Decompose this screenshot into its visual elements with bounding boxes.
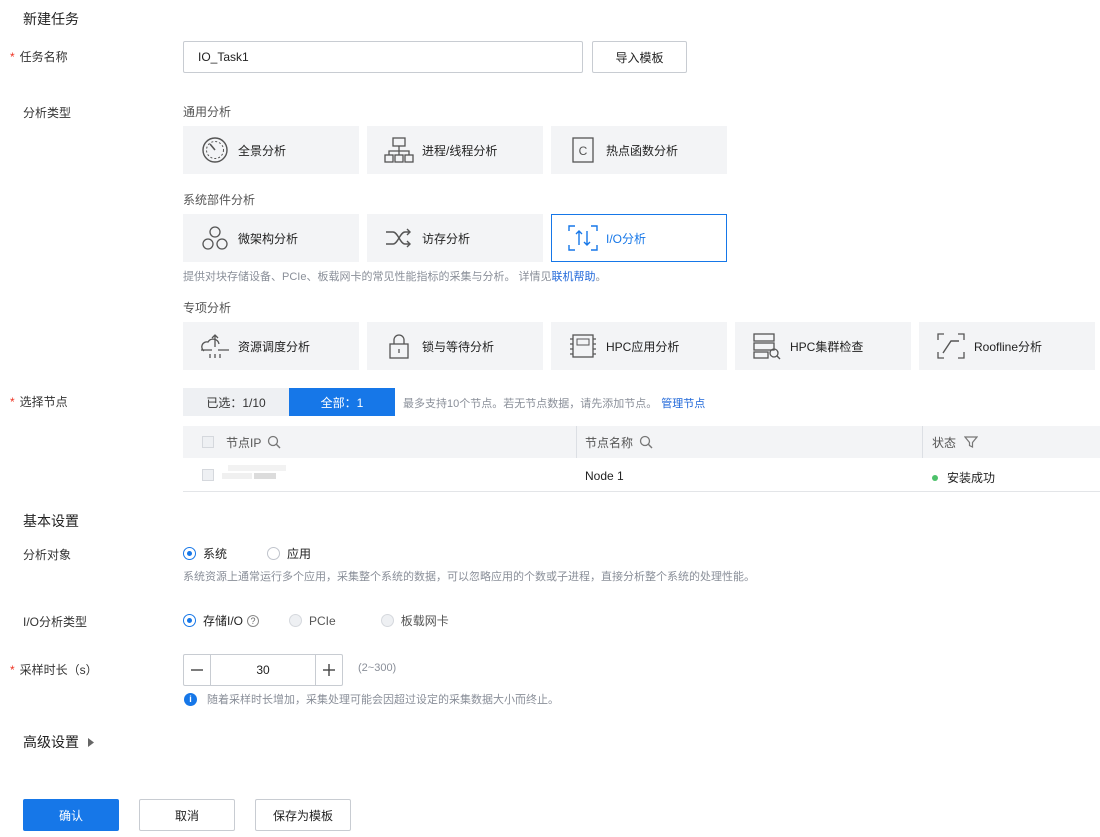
card-resource-scheduling-analysis[interactable]: 资源调度分析 (183, 322, 359, 370)
info-icon: i (184, 692, 197, 706)
component-analysis-title: 系统部件分析 (183, 193, 256, 207)
cancel-button[interactable]: 取消 (139, 799, 235, 831)
filter-icon[interactable] (964, 435, 979, 449)
analysis-target-description: 系统资源上通常运行多个应用，采集整个系统的数据，可以忽略应用的个数或子进程，直接… (183, 571, 755, 583)
card-label: HPC集群检查 (790, 339, 864, 354)
card-process-thread-analysis[interactable]: 进程/线程分析 (367, 126, 543, 174)
radio-onboard-nic[interactable]: 板载网卡 (380, 612, 449, 629)
lock-icon (384, 331, 414, 361)
radio-application[interactable]: 应用 (267, 545, 311, 562)
increment-button[interactable] (315, 655, 342, 685)
card-label: Roofline分析 (974, 339, 1043, 354)
card-label: 热点函数分析 (606, 143, 679, 158)
node-ip-redacted (222, 465, 288, 481)
analysis-type-label: 分析类型 (23, 106, 72, 120)
search-icon[interactable] (267, 435, 281, 449)
required-mark: * (10, 50, 15, 64)
column-header-ip: 节点IP (183, 426, 576, 458)
status-dot (932, 474, 938, 481)
card-label: 进程/线程分析 (422, 143, 498, 158)
card-label: 锁与等待分析 (422, 339, 495, 354)
card-label: HPC应用分析 (606, 339, 680, 354)
molecule-icon (200, 223, 230, 253)
page-title: 新建任务 (23, 11, 79, 27)
caret-right-icon (88, 737, 94, 747)
help-icon[interactable]: ? (247, 614, 260, 627)
required-mark: * (10, 395, 15, 409)
special-analysis-title: 专项分析 (183, 301, 232, 315)
card-panorama-analysis[interactable]: 全景分析 (183, 126, 359, 174)
card-hpc-application-analysis[interactable]: HPC应用分析 (551, 322, 727, 370)
manage-nodes-link[interactable]: 管理节点 (661, 398, 705, 410)
plus-icon (323, 664, 335, 676)
speedometer-icon (200, 135, 230, 165)
node-status: 安装成功 (932, 469, 995, 486)
hpc-icon (568, 331, 598, 361)
svg-text:C: C (579, 144, 588, 158)
hierarchy-icon (384, 135, 414, 165)
column-header-name: 节点名称 (577, 426, 922, 458)
minus-icon (191, 669, 203, 671)
search-icon[interactable] (639, 435, 653, 449)
required-mark: * (10, 663, 15, 677)
basic-settings-title: 基本设置 (23, 513, 79, 529)
server-search-icon (752, 331, 782, 361)
tab-selected-nodes[interactable]: 已选：1/10 (183, 388, 289, 416)
roofline-icon (936, 331, 966, 361)
confirm-button[interactable]: 确认 (23, 799, 119, 831)
radio-system[interactable]: 系统 (183, 545, 227, 562)
card-hotspot-function-analysis[interactable]: C 热点函数分析 (551, 126, 727, 174)
io-arrows-icon (568, 223, 598, 253)
online-help-link[interactable]: 联机帮助 (552, 271, 596, 283)
card-roofline-analysis[interactable]: Roofline分析 (919, 322, 1095, 370)
task-name-label: * 任务名称 (10, 50, 68, 64)
card-io-analysis[interactable]: I/O分析 (551, 214, 727, 262)
io-type-radio-group: 存储I/O ? PCIe 板载网卡 (183, 612, 449, 629)
io-description: 提供对块存储设备、PCIe、板载网卡的常见性能指标的采集与分析。 详情见联机帮助… (183, 271, 607, 283)
duration-stepper: 30 (183, 654, 343, 686)
advanced-settings-toggle[interactable]: 高级设置 (23, 732, 94, 752)
card-label: I/O分析 (606, 231, 647, 246)
select-nodes-label: * 选择节点 (10, 395, 68, 409)
card-label: 全景分析 (238, 143, 287, 158)
analysis-target-radio-group: 系统 应用 (183, 545, 311, 562)
card-label: 访存分析 (422, 231, 471, 246)
shuffle-icon (384, 223, 414, 253)
row-checkbox[interactable] (202, 469, 214, 481)
scheduling-icon (200, 331, 230, 361)
card-label: 微架构分析 (238, 231, 299, 246)
c-file-icon: C (568, 135, 598, 165)
nodes-hint: 最多支持10个节点。若无节点数据，请先添加节点。 管理节点 (403, 398, 706, 410)
save-as-template-button[interactable]: 保存为模板 (255, 799, 351, 831)
node-name: Node 1 (585, 469, 624, 483)
duration-range: (2~300) (358, 662, 397, 674)
column-header-status: 状态 (923, 426, 1100, 458)
duration-info: i 随着采样时长增加，采集处理可能会因超过设定的采集数据大小而终止。 (184, 691, 559, 707)
general-analysis-title: 通用分析 (183, 105, 232, 119)
analysis-target-label: 分析对象 (23, 548, 72, 562)
radio-storage-io[interactable]: 存储I/O ? (183, 612, 260, 629)
decrement-button[interactable] (184, 655, 211, 685)
radio-pcie[interactable]: PCIe (289, 614, 336, 628)
tab-all-nodes[interactable]: 全部：1 (289, 388, 395, 416)
import-template-button[interactable]: 导入模板 (592, 41, 687, 73)
duration-label: * 采样时长（s） (10, 663, 98, 677)
task-name-input[interactable]: IO_Task1 (183, 41, 583, 73)
duration-input[interactable]: 30 (211, 655, 315, 685)
card-lock-wait-analysis[interactable]: 锁与等待分析 (367, 322, 543, 370)
card-label: 资源调度分析 (238, 339, 311, 354)
card-hpc-cluster-check[interactable]: HPC集群检查 (735, 322, 911, 370)
select-all-checkbox[interactable] (202, 436, 214, 448)
card-memory-access-analysis[interactable]: 访存分析 (367, 214, 543, 262)
card-microarchitecture-analysis[interactable]: 微架构分析 (183, 214, 359, 262)
io-type-label: I/O分析类型 (23, 615, 88, 629)
